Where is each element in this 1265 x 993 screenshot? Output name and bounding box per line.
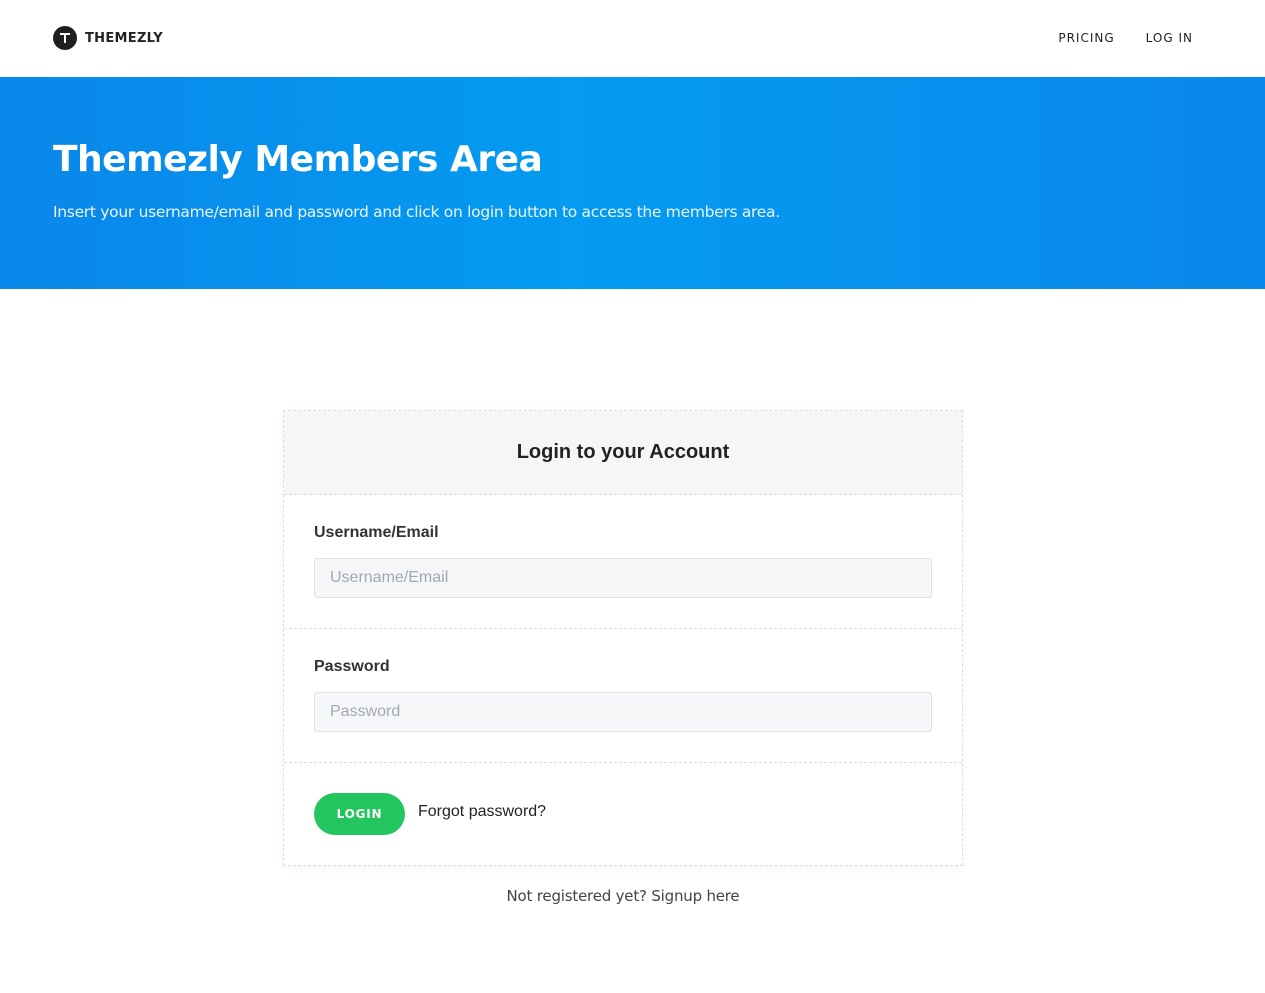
signup-prompt-text: Not registered yet?: [506, 887, 652, 905]
username-input[interactable]: [314, 558, 932, 598]
password-section: Password: [284, 629, 962, 763]
page-subtitle: Insert your username/email and password …: [53, 203, 780, 221]
brand-logo[interactable]: THEMEZLY: [53, 26, 163, 50]
hero-banner: Themezly Members Area Insert your userna…: [0, 77, 1265, 289]
forgot-password-link[interactable]: Forgot password?: [418, 803, 546, 821]
login-card-title: Login to your Account: [516, 441, 730, 463]
page-title: Themezly Members Area: [53, 139, 543, 180]
signup-prompt: Not registered yet? Signup here: [283, 887, 963, 905]
login-card-header: Login to your Account: [284, 411, 962, 495]
username-section: Username/Email: [284, 495, 962, 629]
nav-login-link[interactable]: LOG IN: [1146, 31, 1193, 45]
main-nav: PRICING LOG IN: [1058, 31, 1193, 45]
brand-name: THEMEZLY: [85, 30, 163, 46]
password-input[interactable]: [314, 692, 932, 732]
password-label: Password: [314, 658, 390, 675]
username-label: Username/Email: [314, 524, 439, 541]
site-header: THEMEZLY PRICING LOG IN: [0, 0, 1265, 77]
signup-link[interactable]: Signup here: [651, 887, 739, 905]
themezly-logo-icon: [53, 26, 77, 50]
nav-pricing-link[interactable]: PRICING: [1058, 31, 1114, 45]
login-actions: LOGIN Forgot password?: [284, 763, 962, 865]
login-card: Login to your Account Username/Email Pas…: [283, 410, 963, 866]
login-button[interactable]: LOGIN: [314, 793, 405, 835]
